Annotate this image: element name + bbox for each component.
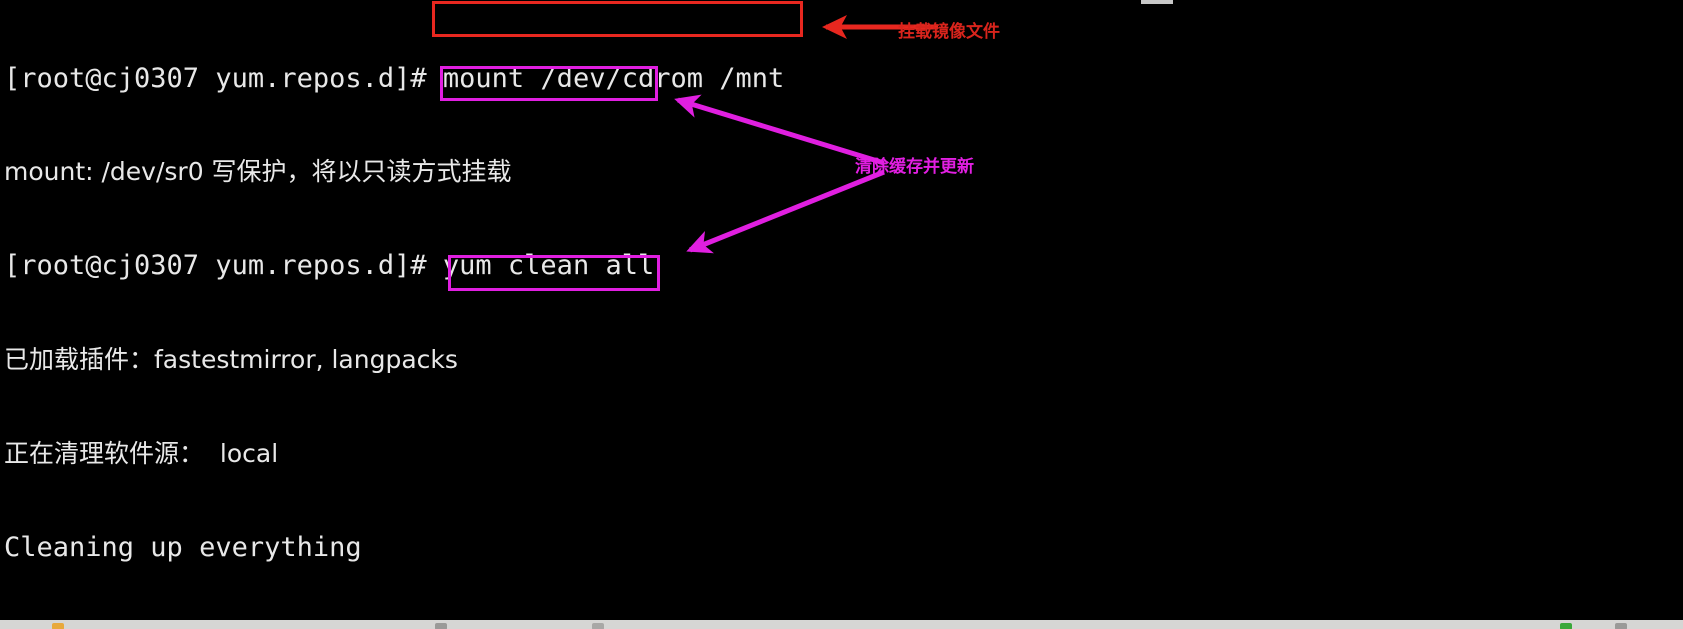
annotation-label-mount: 挂载镜像文件 (898, 22, 1000, 42)
taskbar-strip[interactable] (0, 620, 1683, 629)
terminal-output-area[interactable]: [root@cj0307 yum.repos.d]# mount /dev/cd… (0, 0, 1683, 629)
taskbar-icon-2[interactable] (435, 623, 447, 629)
taskbar-icon-4[interactable] (1560, 623, 1572, 629)
terminal-line: [root@cj0307 yum.repos.d]# mount /dev/cd… (0, 63, 1683, 94)
terminal-line: Cleaning up everything (0, 532, 1683, 563)
annotation-label-cache: 清除缓存并更新 (855, 157, 974, 177)
taskbar-icon-5[interactable] (1615, 623, 1627, 629)
taskbar-icon-1[interactable] (52, 623, 64, 629)
terminal-line-text: Cleaning up everything (4, 532, 362, 564)
window-chrome-top-sliver (1141, 0, 1173, 4)
terminal-line-text: [root@cj0307 yum.repos.d]# yum clean all (4, 250, 655, 282)
taskbar-icon-3[interactable] (592, 623, 604, 629)
terminal-line: 正在清理软件源： local (0, 438, 1683, 469)
terminal-line-text: mount: /dev/sr0 写保护，将以只读方式挂载 (4, 157, 512, 187)
terminal-line: mount: /dev/sr0 写保护，将以只读方式挂载 (0, 156, 1683, 187)
terminal-line-text: 已加载插件：fastestmirror, langpacks (4, 345, 458, 375)
terminal-line-text: 正在清理软件源： local (4, 439, 279, 469)
terminal-screenshot: [root@cj0307 yum.repos.d]# mount /dev/cd… (0, 0, 1683, 629)
terminal-line: 已加载插件：fastestmirror, langpacks (0, 344, 1683, 375)
terminal-line: [root@cj0307 yum.repos.d]# yum clean all (0, 250, 1683, 281)
terminal-line-text: [root@cj0307 yum.repos.d]# mount /dev/cd… (4, 62, 785, 94)
